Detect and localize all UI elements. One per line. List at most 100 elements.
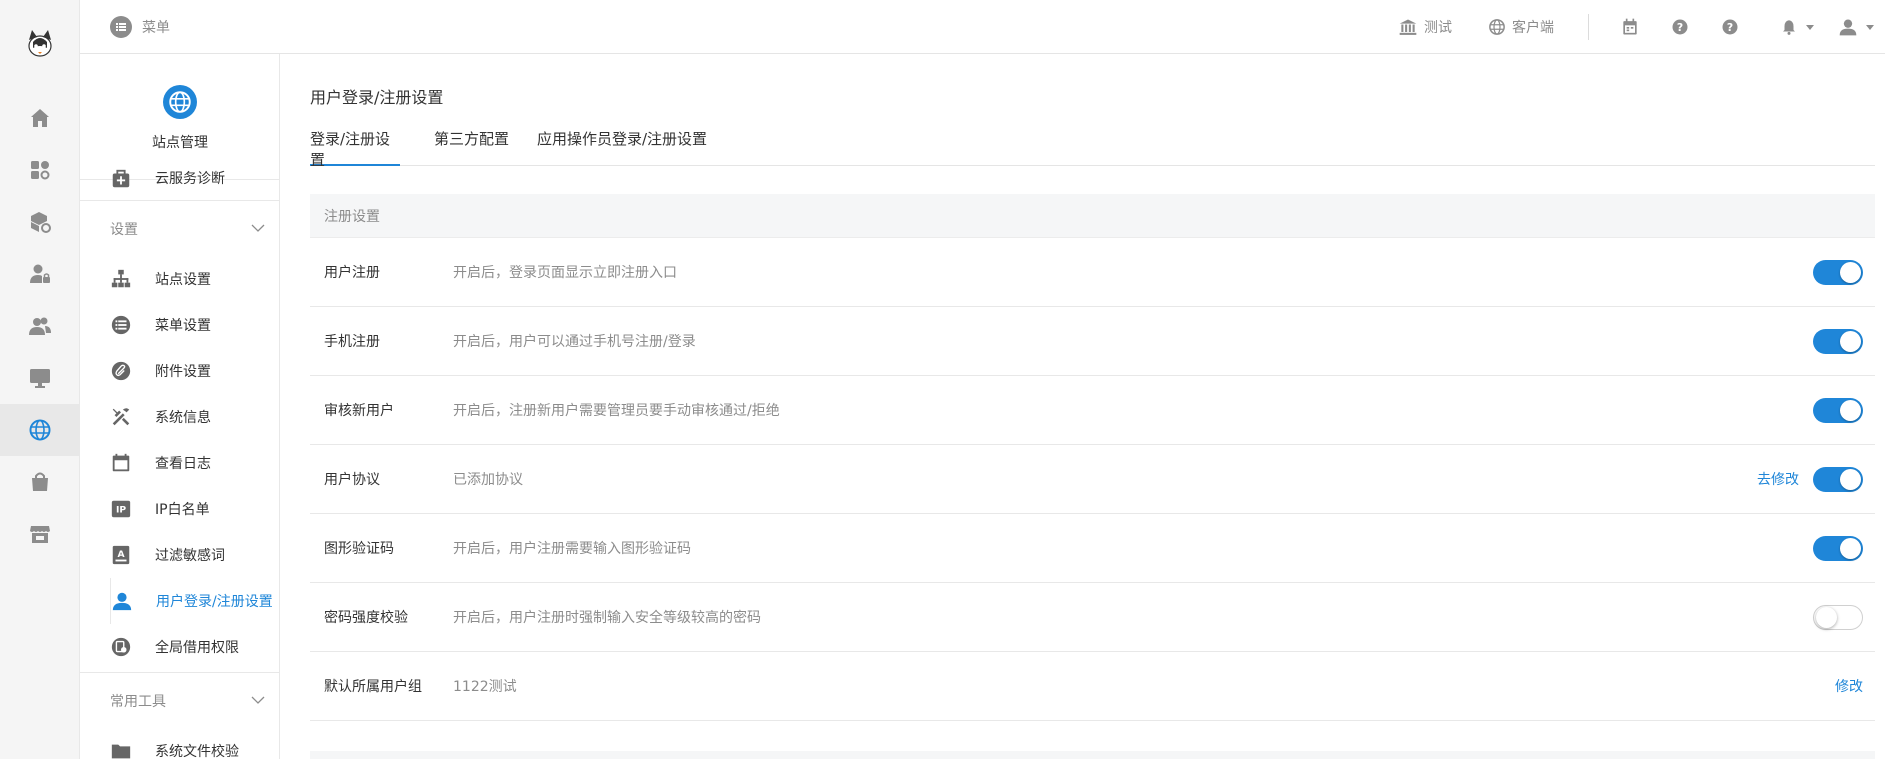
apps-icon[interactable] [0,144,79,196]
sidebar-item-site-settings[interactable]: 站点设置 [80,256,279,302]
user-register-toggle[interactable] [1813,260,1863,285]
user-icon [111,590,133,612]
sidebar-item-label: IP白名单 [155,502,210,518]
client-link[interactable]: 客户端 [1488,0,1554,54]
sidebar-item-label: 全局借用权限 [155,640,239,656]
menu-label: 菜单 [142,20,170,36]
chevron-down-icon [251,693,265,707]
setting-label: 手机注册 [324,334,380,350]
top-bar: 菜单 测试 客户端 ? ? [80,0,1885,54]
globe-icon [1488,18,1506,36]
site-management-sidebar: 站点管理 云服务诊断 设置 站点设置 菜单设置 附件设置 系统信息 查看日志 I… [80,54,280,759]
setting-description: 开启后，用户可以通过手机号注册/登录 [453,334,696,350]
phone-register-toggle[interactable] [1813,329,1863,354]
sidebar-item-label: 查看日志 [155,456,211,472]
setting-row-default-user-group: 默认所属用户组 1122测试 修改 [310,652,1875,721]
setting-label: 用户注册 [324,265,380,281]
edit-user-group-link[interactable]: 修改 [1835,652,1863,720]
paperclip-icon [110,360,132,382]
tab-third-party[interactable]: 第三方配置 [434,128,509,166]
sidebar-item-system-info[interactable]: 系统信息 [80,394,279,440]
tools-icon [110,406,132,428]
sidebar-item-view-logs[interactable]: 查看日志 [80,440,279,486]
sidebar-item-ip-whitelist[interactable]: IP IP白名单 [80,486,279,532]
setting-label: 用户协议 [324,472,380,488]
user-agreement-toggle[interactable] [1813,467,1863,492]
medical-kit-icon [110,168,132,190]
setting-description: 开启后，注册新用户需要管理员要手动审核通过/拒绝 [453,403,780,419]
monitor-icon[interactable] [0,352,79,404]
user-menu-dropdown[interactable] [1838,0,1874,54]
divider [1588,14,1589,40]
setting-row-user-agreement: 用户协议 已添加协议 去修改 [310,445,1875,514]
user-icon [1838,17,1858,37]
tab-login-register[interactable]: 登录/注册设置 [310,128,400,169]
globe-icon[interactable] [0,404,79,456]
list-icon [110,16,132,38]
tab-operator-login-register[interactable]: 应用操作员登录/注册设置 [537,128,707,166]
sidebar-item-login-register-settings[interactable]: 用户登录/注册设置 [110,578,279,624]
setting-description: 开启后，用户注册时强制输入安全等级较高的密码 [453,610,761,626]
user-lock-icon[interactable] [0,248,79,300]
sidebar-item-file-check[interactable]: 系统文件校验 [80,728,279,759]
help-icon[interactable]: ? [1670,0,1690,54]
svg-text:?: ? [1677,21,1683,34]
setting-row-captcha: 图形验证码 开启后，用户注册需要输入图形验证码 [310,514,1875,583]
test-site-link[interactable]: 测试 [1398,0,1452,54]
logo-image[interactable] [20,22,60,62]
notifications-dropdown[interactable] [1780,0,1814,54]
chevron-down-icon [1806,24,1814,30]
setting-description: 已添加协议 [453,472,523,488]
next-section-header [310,751,1875,759]
setting-row-user-register: 用户注册 开启后，登录页面显示立即注册入口 [310,238,1875,307]
menu-button[interactable]: 菜单 [110,14,170,40]
review-new-user-toggle[interactable] [1813,398,1863,423]
folder-icon [110,740,132,759]
setting-label: 密码强度校验 [324,610,408,626]
tab-bar: 登录/注册设置 第三方配置 应用操作员登录/注册设置 [310,128,1875,169]
store-icon[interactable] [0,508,79,560]
svg-text:?: ? [1727,21,1733,34]
sidebar-group-label: 常用工具 [110,693,166,710]
bank-icon [1398,17,1418,37]
edit-agreement-link[interactable]: 去修改 [1757,445,1799,513]
svg-text:A: A [117,549,125,560]
sitemap-icon [110,268,132,290]
setting-value: 1122测试 [453,679,517,695]
cube-gear-icon[interactable] [0,196,79,248]
section-header: 注册设置 [310,194,1875,238]
calendar-icon[interactable] [1620,0,1640,54]
sidebar-item-sensitive-words[interactable]: A 过滤敏感词 [80,532,279,578]
sidebar-item-label: 云服务诊断 [155,171,225,187]
chevron-down-icon [1866,24,1874,30]
sidebar-group-common-tools[interactable]: 常用工具 [80,672,279,728]
setting-description: 开启后，用户注册需要输入图形验证码 [453,541,691,557]
setting-description: 开启后，登录页面显示立即注册入口 [453,265,677,281]
sidebar-item-label: 用户登录/注册设置 [156,594,273,610]
sidebar-item-menu-settings[interactable]: 菜单设置 [80,302,279,348]
help-icon[interactable]: ? [1720,0,1740,54]
sidebar-title: 站点管理 [152,135,208,151]
captcha-toggle[interactable] [1813,536,1863,561]
sidebar-item-global-borrow-permission[interactable]: 全局借用权限 [80,624,279,670]
bag-icon[interactable] [0,456,79,508]
log-calendar-icon [110,452,132,474]
users-icon[interactable] [0,300,79,352]
bell-icon [1780,18,1798,36]
setting-row-phone-register: 手机注册 开启后，用户可以通过手机号注册/登录 [310,307,1875,376]
sidebar-item-cloud-diagnosis[interactable]: 云服务诊断 [80,156,279,200]
setting-row-review-new-user: 审核新用户 开启后，注册新用户需要管理员要手动审核通过/拒绝 [310,376,1875,445]
icon-rail [0,0,80,759]
setting-label: 审核新用户 [324,403,394,419]
client-label: 客户端 [1512,20,1554,36]
sidebar-item-label: 系统信息 [155,410,211,426]
setting-row-password-strength: 密码强度校验 开启后，用户注册时强制输入安全等级较高的密码 [310,583,1875,652]
sidebar-item-label: 系统文件校验 [155,744,239,759]
globe-icon [163,85,197,119]
sidebar-group-settings[interactable]: 设置 [80,200,279,256]
password-strength-toggle[interactable] [1813,605,1863,630]
home-icon[interactable] [0,92,79,144]
sidebar-item-attachment-settings[interactable]: 附件设置 [80,348,279,394]
main-content: 用户登录/注册设置 登录/注册设置 第三方配置 应用操作员登录/注册设置 注册设… [310,54,1875,759]
list-icon [110,314,132,336]
